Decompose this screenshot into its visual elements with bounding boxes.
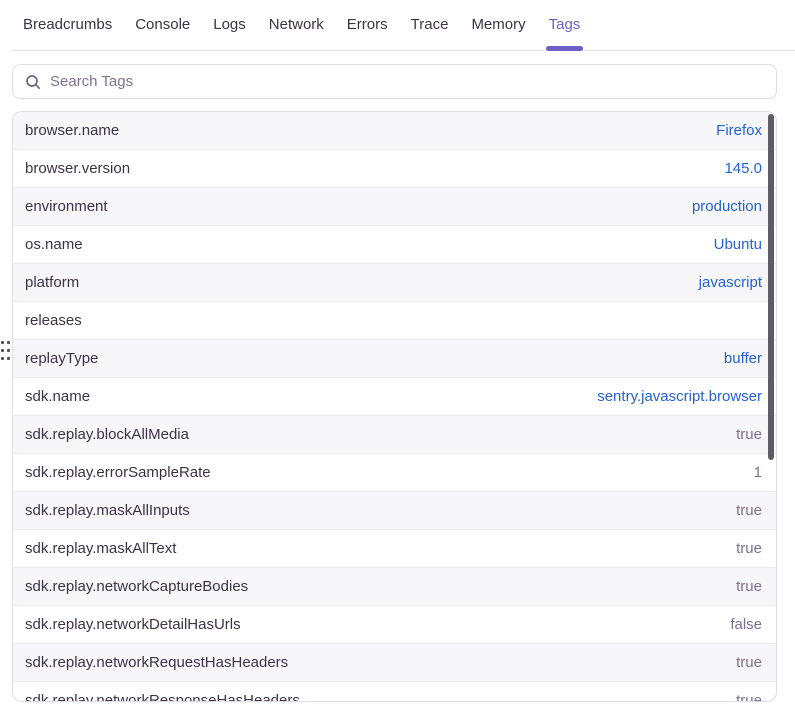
table-row: browser.name Firefox [13,112,776,150]
tag-key: sdk.replay.networkCaptureBodies [25,578,248,595]
tag-value-link[interactable]: sentry.javascript.browser [597,388,762,405]
tag-value: true [736,540,762,557]
tag-key: browser.name [25,122,119,139]
tag-key: sdk.replay.maskAllInputs [25,502,190,519]
tab-console[interactable]: Console [135,16,190,34]
search-icon [25,74,41,90]
table-row: sdk.replay.networkResponseHasHeaders true [13,682,776,702]
tag-key: sdk.replay.blockAllMedia [25,426,189,443]
tag-value: true [736,654,762,671]
tag-key: sdk.replay.networkResponseHasHeaders [25,692,300,702]
tag-value: true [736,502,762,519]
panel-resize-handle[interactable] [1,341,10,360]
tab-logs[interactable]: Logs [213,16,246,34]
grip-dots-icon [1,349,4,352]
table-row: replayType buffer [13,340,776,378]
table-row: sdk.replay.blockAllMedia true [13,416,776,454]
table-row: releases [13,302,776,340]
grip-dots-icon [1,357,4,360]
tag-key: sdk.name [25,388,90,405]
table-row: sdk.name sentry.javascript.browser [13,378,776,416]
table-row: sdk.replay.networkDetailHasUrls false [13,606,776,644]
tag-value-link[interactable]: buffer [724,350,762,367]
table-row: sdk.replay.networkCaptureBodies true [13,568,776,606]
tab-memory[interactable]: Memory [471,16,525,34]
table-row: browser.version 145.0 [13,150,776,188]
tag-value-link[interactable]: 145.0 [724,160,762,177]
table-row: sdk.replay.maskAllText true [13,530,776,568]
search-input[interactable] [50,73,764,90]
tab-breadcrumbs[interactable]: Breadcrumbs [23,16,112,34]
tag-value-link[interactable]: Ubuntu [714,236,762,253]
tag-value-link[interactable]: production [692,198,762,215]
tag-key: environment [25,198,108,215]
tag-key: releases [25,312,82,329]
tag-key: sdk.replay.networkRequestHasHeaders [25,654,288,671]
tag-value: true [736,426,762,443]
tags-table-rows: browser.name Firefox browser.version 145.0 e… [13,112,776,702]
details-tab-bar: Breadcrumbs Console Logs Network Errors Trace… [12,0,795,51]
tag-value: 1 [754,464,762,481]
active-tab-indicator [546,46,584,51]
tag-value-link[interactable]: javascript [699,274,762,291]
tab-errors[interactable]: Errors [347,16,388,34]
table-row: os.name Ubuntu [13,226,776,264]
table-row: platform javascript [13,264,776,302]
table-row: sdk.replay.errorSampleRate 1 [13,454,776,492]
table-row: sdk.replay.maskAllInputs true [13,492,776,530]
grip-dots-icon [7,357,10,360]
tag-value: false [730,616,762,633]
grip-dots-icon [7,341,10,344]
tag-key: sdk.replay.networkDetailHasUrls [25,616,241,633]
tags-table: browser.name Firefox browser.version 145.0 e… [12,111,777,702]
tab-tags[interactable]: Tags [549,16,581,34]
grip-dots-icon [7,349,10,352]
table-row: environment production [13,188,776,226]
tab-network[interactable]: Network [269,16,324,34]
grip-dots-icon [1,341,4,344]
tag-value: true [736,692,762,702]
tag-key: platform [25,274,79,291]
tag-key: os.name [25,236,83,253]
tag-key: replayType [25,350,98,367]
search-bar [12,64,777,99]
tag-key: sdk.replay.maskAllText [25,540,176,557]
tag-key: sdk.replay.errorSampleRate [25,464,211,481]
tag-value-link[interactable]: Firefox [716,122,762,139]
tag-key: browser.version [25,160,130,177]
scrollbar-thumb[interactable] [768,114,774,460]
tab-trace[interactable]: Trace [411,16,449,34]
table-row: sdk.replay.networkRequestHasHeaders true [13,644,776,682]
tag-value: true [736,578,762,595]
